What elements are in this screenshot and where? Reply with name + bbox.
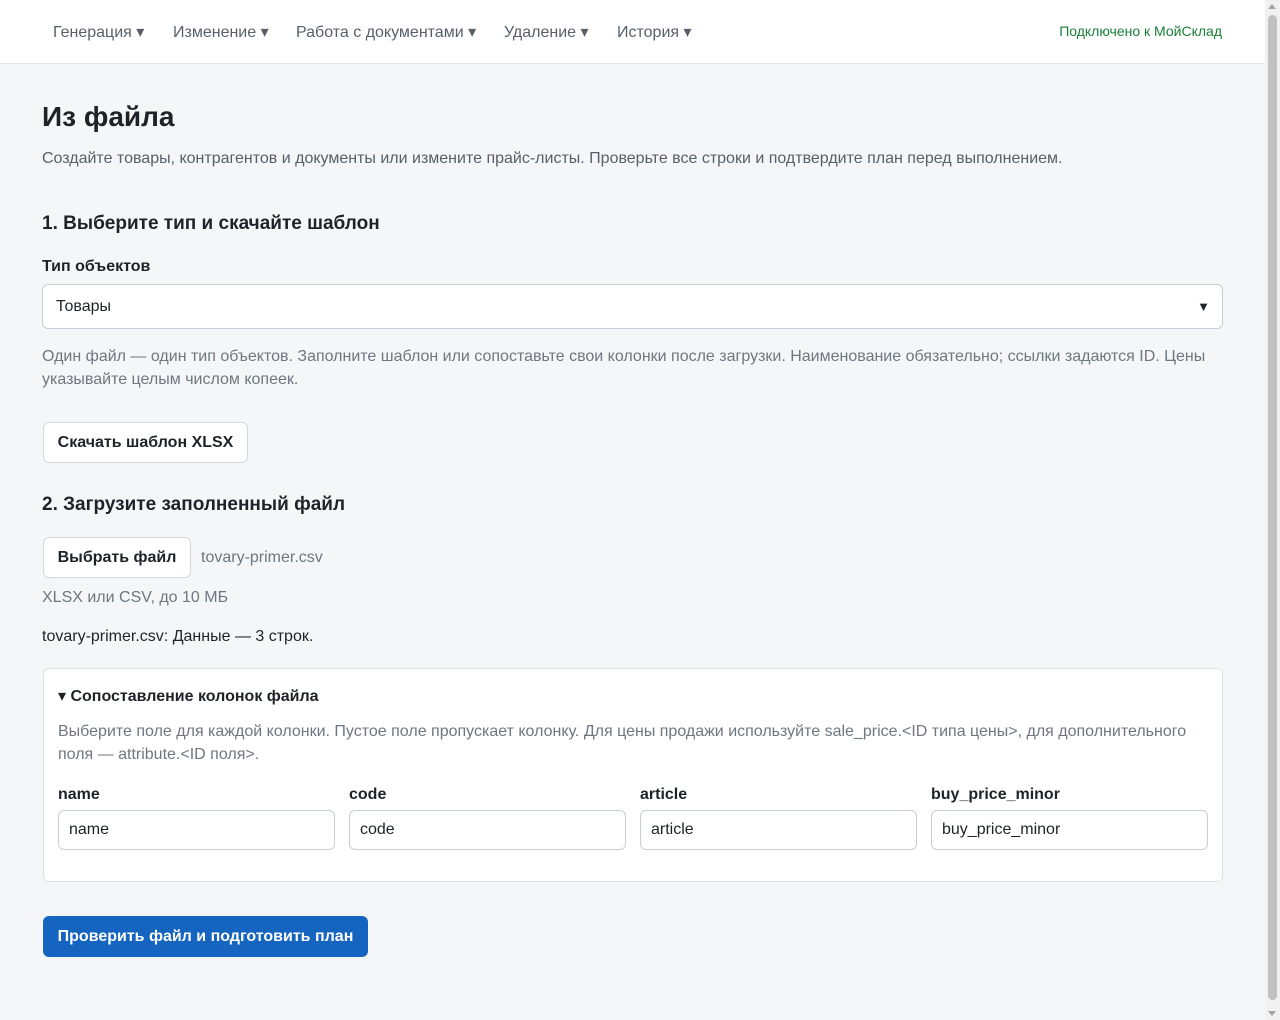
mapping-label: code (349, 786, 387, 803)
file-status: tovary-primer.csv: Данные — 3 строк. (42, 628, 314, 645)
mapping-column-code: code (349, 786, 626, 850)
nav-menu-history[interactable]: История ▾ (617, 22, 692, 42)
mapping-label: name (58, 786, 100, 803)
page-subtitle: Создайте товары, контрагентов и документ… (42, 150, 1063, 167)
mapping-label: article (640, 786, 688, 803)
column-mapping-panel: ▾ Сопоставление колонок файла Выберите п… (43, 668, 1223, 882)
mapping-column-article: article (640, 786, 917, 850)
mapping-field-input[interactable] (640, 810, 917, 850)
page-scrollbar[interactable] (1265, 0, 1280, 1020)
nav-menu-generation[interactable]: Генерация ▾ (53, 22, 144, 42)
column-mapping-toggle[interactable]: ▾ Сопоставление колонок файла (58, 686, 319, 706)
validate-file-button[interactable]: Проверить файл и подготовить план (43, 916, 368, 957)
nav-menu-deletion[interactable]: Удаление ▾ (504, 22, 589, 42)
mapping-field-input[interactable] (58, 810, 335, 850)
nav-menu-modification[interactable]: Изменение ▾ (173, 22, 269, 42)
mapping-field-input[interactable] (349, 810, 626, 850)
connection-status: Подключено к МойСклад (1059, 23, 1222, 39)
step2-heading: 2. Загрузите заполненный файл (42, 494, 346, 515)
scroll-down-arrow-icon[interactable] (1268, 1011, 1276, 1016)
scrollbar-thumb[interactable] (1268, 15, 1277, 1000)
mapping-column-name: name (58, 786, 335, 850)
mapping-field-input[interactable] (931, 810, 1208, 850)
page-title: Из файла (42, 101, 175, 132)
choose-file-button[interactable]: Выбрать файл (43, 537, 191, 578)
mapping-label: buy_price_minor (931, 786, 1060, 803)
file-format-hint: XLSX или CSV, до 10 МБ (42, 589, 229, 606)
object-type-label: Тип объектов (42, 258, 151, 275)
step1-heading: 1. Выберите тип и скачайте шаблон (42, 213, 380, 234)
object-type-hint: Один файл — один тип объектов. Заполните… (42, 348, 1206, 388)
object-type-select[interactable]: Товары ▼ (42, 284, 1223, 329)
dropdown-arrow-icon: ▼ (1197, 299, 1210, 314)
scroll-up-arrow-icon[interactable] (1268, 4, 1276, 9)
top-navigation-bar: Генерация ▾ Изменение ▾ Работа с докумен… (0, 0, 1265, 64)
object-type-value: Товары (56, 298, 112, 315)
nav-menu-documents[interactable]: Работа с документами ▾ (296, 22, 476, 42)
mapping-column-buy-price: buy_price_minor (931, 786, 1208, 850)
download-template-button[interactable]: Скачать шаблон XLSX (43, 422, 248, 463)
column-mapping-hint: Выберите поле для каждой колонки. Пустое… (58, 723, 1187, 763)
chosen-file-name: tovary-primer.csv (201, 549, 323, 566)
